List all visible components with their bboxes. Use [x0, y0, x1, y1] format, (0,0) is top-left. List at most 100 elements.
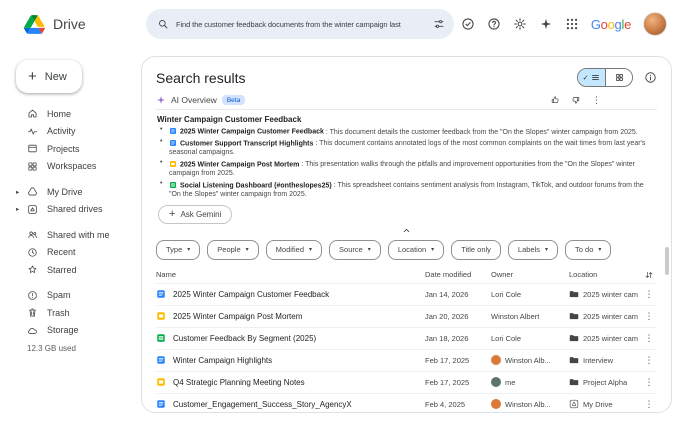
sidebar-item-recent[interactable]: Recent	[13, 244, 141, 262]
file-type-icon	[156, 377, 166, 387]
row-more-options-icon[interactable]: ⋮	[641, 399, 657, 410]
filter-chip-location[interactable]: Location ▾	[388, 240, 444, 260]
collapse-chevron-icon[interactable]	[401, 225, 412, 236]
sidebar-item-my-drive[interactable]: ▸ My Drive	[13, 183, 141, 201]
sidebar-item-shared-drives[interactable]: ▸ Shared drives	[13, 201, 141, 219]
thumbs-down-icon[interactable]	[571, 95, 581, 105]
sidebar-item-trash[interactable]: Trash	[13, 304, 141, 322]
file-description: : This document details the customer fee…	[326, 129, 638, 136]
search-options-tune-icon[interactable]	[433, 18, 445, 30]
ai-overview-content: Winter Campaign Customer Feedback •2025 …	[156, 110, 657, 224]
gemini-sparkle-icon[interactable]	[539, 17, 553, 31]
file-location[interactable]: 2025 winter cam	[569, 311, 641, 321]
file-link[interactable]: Social Listening Dashboard (#ontheslopes…	[180, 182, 332, 189]
drive-logo-icon	[24, 15, 45, 34]
file-row[interactable]: 2025 Winter Campaign Customer Feedback J…	[156, 283, 657, 305]
file-row[interactable]: Customer_Engagement_Success_Story_Agency…	[156, 393, 657, 413]
file-row[interactable]: Winter Campaign Highlights Feb 17, 2025 …	[156, 349, 657, 371]
sidebar-item-projects[interactable]: Projects	[13, 140, 141, 158]
file-date-modified: Feb 17, 2025	[425, 356, 491, 365]
file-location[interactable]: 2025 winter cam	[569, 289, 641, 299]
sidebar-item-label: Activity	[47, 126, 76, 136]
user-avatar[interactable]	[643, 12, 667, 36]
settings-gear-icon[interactable]	[513, 17, 527, 31]
filter-chip-label: Type	[166, 245, 182, 254]
ai-more-options-icon[interactable]: ⋮	[592, 96, 601, 105]
grid-view-button[interactable]	[605, 69, 632, 86]
file-link[interactable]: Customer Support Transcript Highlights	[180, 140, 313, 147]
google-logo-letter: e	[624, 17, 631, 32]
sidebar-item-starred[interactable]: Starred	[13, 261, 141, 279]
apps-grid-icon[interactable]	[565, 17, 579, 31]
chevron-down-icon: ▾	[187, 246, 190, 253]
details-info-icon[interactable]	[644, 71, 657, 84]
column-date-modified[interactable]: Date modified	[425, 270, 491, 279]
file-location[interactable]: Interview	[569, 355, 641, 365]
column-name[interactable]: Name	[156, 270, 425, 279]
row-more-options-icon[interactable]: ⋮	[641, 333, 657, 344]
sidebar-item-activity[interactable]: Activity	[13, 123, 141, 141]
file-row[interactable]: Customer Feedback By Segment (2025) Jan …	[156, 327, 657, 349]
search-icon[interactable]	[157, 18, 169, 30]
location-name: Interview	[583, 356, 613, 365]
sidebar-item-label: Recent	[47, 247, 76, 257]
plus-icon: +	[28, 69, 37, 84]
chevron-down-icon: ▾	[431, 246, 434, 253]
row-more-options-icon[interactable]: ⋮	[641, 377, 657, 388]
files-table: Name Date modified Owner Location 2025 W…	[156, 267, 657, 413]
starred-star-icon	[27, 264, 38, 275]
file-link[interactable]: 2025 Winter Campaign Post Mortem	[180, 161, 299, 168]
row-more-options-icon[interactable]: ⋮	[641, 311, 657, 322]
sidebar-item-label: Trash	[47, 308, 70, 318]
chevron-down-icon: ▾	[545, 246, 548, 253]
column-location[interactable]: Location	[569, 270, 641, 279]
filter-chip-people[interactable]: People ▾	[207, 240, 258, 260]
projects-icon	[27, 143, 38, 154]
scrollbar-thumb[interactable]	[665, 247, 669, 275]
sidebar-item-storage[interactable]: Storage	[13, 322, 141, 340]
file-location[interactable]: Project Alpha	[569, 377, 641, 387]
column-owner[interactable]: Owner	[491, 270, 569, 279]
filter-chip-label: Location	[398, 245, 426, 254]
location-icon	[569, 311, 579, 321]
chevron-down-icon: ▾	[246, 246, 249, 253]
file-location[interactable]: My Drive	[569, 399, 641, 409]
sidebar-item-home[interactable]: Home	[13, 105, 141, 123]
expand-arrow-icon[interactable]: ▸	[16, 205, 19, 213]
file-type-icon	[169, 160, 177, 168]
ask-gemini-button[interactable]: + Ask Gemini	[158, 205, 232, 224]
list-view-button[interactable]: ✓	[578, 69, 605, 86]
file-row[interactable]: 2025 Winter Campaign Post Mortem Jan 20,…	[156, 305, 657, 327]
filter-chip-type[interactable]: Type ▾	[156, 240, 200, 260]
filter-chip-source[interactable]: Source ▾	[329, 240, 381, 260]
expand-arrow-icon[interactable]: ▸	[16, 188, 19, 196]
filter-chip-to-do[interactable]: To do ▾	[565, 240, 611, 260]
file-row[interactable]: Q4 Strategic Planning Meeting Notes Feb …	[156, 371, 657, 393]
sort-direction-icon[interactable]	[644, 270, 654, 280]
offline-check-icon[interactable]	[461, 17, 475, 31]
file-owner: Lori Cole	[491, 290, 569, 299]
sidebar-item-label: Shared with me	[47, 230, 110, 240]
filter-chip-modified[interactable]: Modified ▾	[266, 240, 322, 260]
search-input[interactable]	[176, 20, 426, 29]
sidebar-item-workspaces[interactable]: Workspaces	[13, 158, 141, 176]
filter-chip-title-only[interactable]: Title only	[451, 240, 501, 260]
row-more-options-icon[interactable]: ⋮	[641, 355, 657, 366]
drive-brand[interactable]: Drive	[0, 15, 146, 34]
file-location[interactable]: 2025 winter cam	[569, 333, 641, 343]
file-type-icon	[156, 399, 166, 409]
sidebar-item-shared-with-me[interactable]: Shared with me	[13, 226, 141, 244]
new-button[interactable]: + New	[16, 60, 82, 93]
table-header: Name Date modified Owner Location	[156, 267, 657, 283]
row-more-options-icon[interactable]: ⋮	[641, 289, 657, 300]
filter-chip-labels[interactable]: Labels ▾	[508, 240, 558, 260]
search-bar[interactable]	[146, 9, 454, 39]
file-owner: Winston Albert	[491, 312, 569, 321]
help-icon[interactable]	[487, 17, 501, 31]
sidebar-item-label: Shared drives	[47, 204, 103, 214]
file-name: 2025 Winter Campaign Post Mortem	[173, 312, 302, 321]
thumbs-up-icon[interactable]	[550, 95, 560, 105]
sidebar-item-label: Spam	[47, 290, 71, 300]
sidebar-item-spam[interactable]: Spam	[13, 287, 141, 305]
file-link[interactable]: 2025 Winter Campaign Customer Feedback	[180, 129, 324, 136]
